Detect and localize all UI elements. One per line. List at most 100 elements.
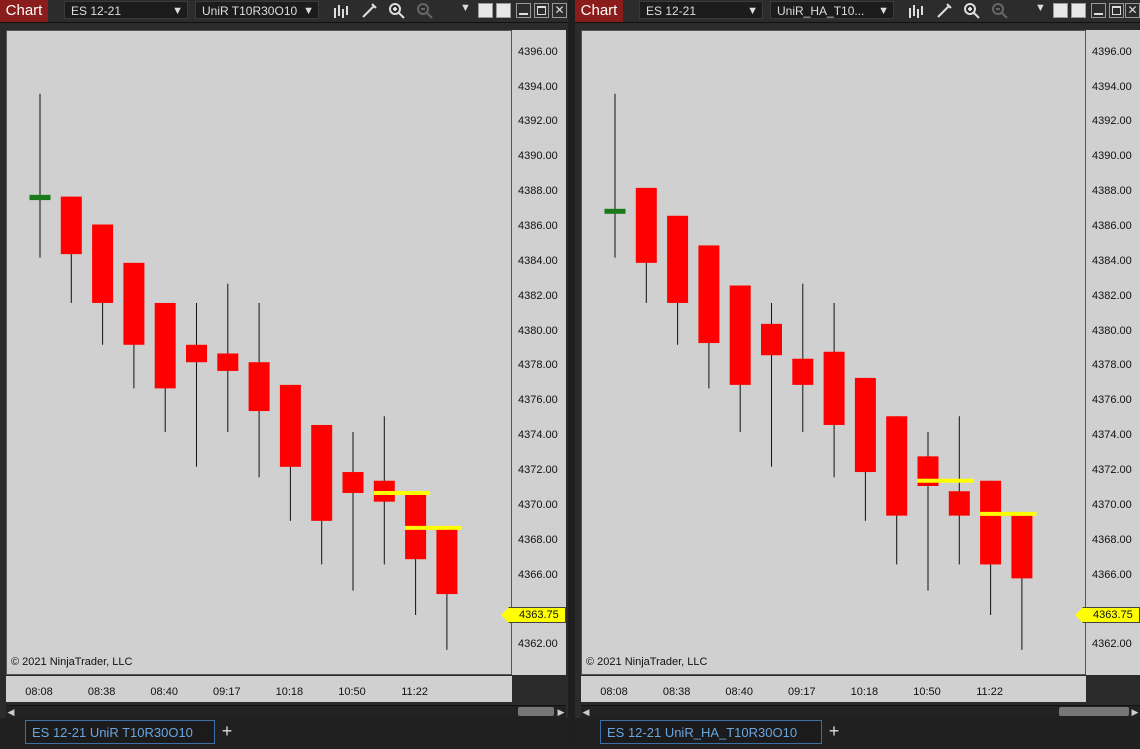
candle-body[interactable] <box>60 196 82 255</box>
candle-body[interactable] <box>342 472 364 493</box>
chart-menu-button[interactable]: Chart <box>575 0 623 22</box>
price-axis-label: 4362.00 <box>1092 638 1132 651</box>
time-axis[interactable]: 08:08 08:38 08:40 09:17 10:18 10:50 11:22 <box>581 676 1086 702</box>
scroll-right-icon[interactable]: ▶ <box>1130 706 1140 718</box>
price-axis-label: 4388.00 <box>1092 185 1132 198</box>
time-axis-label: 10:18 <box>275 686 304 698</box>
chart-tab[interactable]: ES 12-21 UniR T10R30O10 <box>25 720 215 744</box>
price-axis-label: 4370.00 <box>518 498 558 511</box>
candle-body[interactable] <box>792 358 814 385</box>
price-axis-label: 4384.00 <box>1092 254 1132 267</box>
candle-body[interactable] <box>217 353 239 371</box>
more-menu-icon[interactable]: ▼ <box>460 2 471 14</box>
zoom-in-icon[interactable] <box>963 2 981 20</box>
bar-style-icon[interactable] <box>332 2 350 20</box>
time-axis[interactable]: 08:08 08:38 08:40 09:17 10:18 10:50 11:22 <box>6 676 512 702</box>
time-axis-label: 09:17 <box>213 686 241 698</box>
bar-type-value: UniR_HA_T10... <box>777 4 865 18</box>
add-tab-icon[interactable]: + <box>216 720 238 742</box>
scroll-thumb[interactable] <box>1059 707 1129 716</box>
candle-body[interactable] <box>948 491 970 516</box>
bar-style-icon[interactable] <box>907 2 925 20</box>
zoom-out-icon[interactable] <box>416 2 434 20</box>
price-axis-label: 4380.00 <box>518 324 558 337</box>
candle-body[interactable] <box>980 480 1002 565</box>
candle-body[interactable] <box>92 224 114 303</box>
candle-body[interactable] <box>311 424 333 521</box>
price-axis-label: 4388.00 <box>518 185 558 198</box>
chevron-down-icon: ▼ <box>303 5 314 17</box>
current-price-marker: 4363.75 <box>1075 606 1140 623</box>
price-axis-label: 4370.00 <box>1092 498 1132 511</box>
price-axis[interactable]: 4396.00 4394.00 4392.00 4390.00 4388.00 4386.… <box>1075 30 1140 675</box>
chart-tab[interactable]: ES 12-21 UniR_HA_T10R30O10 <box>600 720 822 744</box>
candle-body[interactable] <box>667 215 689 303</box>
instrument-selector[interactable]: ES 12-21 ▼ <box>64 1 188 19</box>
time-axis-label: 11:22 <box>976 686 1003 698</box>
zoom-out-icon[interactable] <box>991 2 1009 20</box>
minimize-icon[interactable] <box>516 3 531 18</box>
chevron-down-icon: ▼ <box>172 5 183 17</box>
candle-body[interactable] <box>123 262 145 345</box>
candle-body[interactable] <box>248 362 270 412</box>
minimize-icon[interactable] <box>1091 3 1106 18</box>
time-axis-label: 10:50 <box>913 686 941 698</box>
price-axis-label: 4386.00 <box>518 219 558 232</box>
bar-type-selector[interactable]: UniR T10R30O10 ▼ <box>195 1 319 19</box>
tile-window-icon[interactable] <box>478 3 493 18</box>
scroll-left-icon[interactable]: ◀ <box>581 706 591 718</box>
candle-body[interactable] <box>186 344 207 363</box>
bar-type-selector[interactable]: UniR_HA_T10... ▼ <box>770 1 894 19</box>
candle-body[interactable] <box>854 377 876 473</box>
horizontal-scrollbar[interactable] <box>581 705 1140 718</box>
scroll-thumb[interactable] <box>518 707 554 716</box>
candle-body[interactable] <box>886 416 908 516</box>
bar-type-value: UniR T10R30O10 <box>202 4 298 18</box>
copyright-text: © 2021 NinjaTrader, LLC <box>11 656 133 668</box>
add-tab-icon[interactable]: + <box>823 720 845 742</box>
price-axis-label: 4396.00 <box>518 45 558 58</box>
close-icon[interactable]: ✕ <box>1125 3 1140 18</box>
price-axis-label: 4390.00 <box>518 150 558 163</box>
tile-window-icon[interactable] <box>496 3 511 18</box>
price-chart[interactable]: © 2021 NinjaTrader, LLC <box>581 30 1086 675</box>
price-axis[interactable]: 4396.00 4394.00 4392.00 4390.00 4388.00 4386.… <box>501 30 566 675</box>
tile-window-icon[interactable] <box>1071 3 1086 18</box>
scroll-left-icon[interactable]: ◀ <box>6 706 16 718</box>
price-axis-label: 4386.00 <box>1092 219 1132 232</box>
time-axis-label: 08:08 <box>25 686 53 698</box>
instrument-selector[interactable]: ES 12-21 ▼ <box>639 1 763 19</box>
price-axis-label: 4378.00 <box>1092 359 1132 372</box>
maximize-icon[interactable] <box>1109 3 1124 18</box>
more-menu-icon[interactable]: ▼ <box>1035 2 1046 14</box>
candle-body[interactable] <box>154 302 176 389</box>
scroll-right-icon[interactable]: ▶ <box>556 706 566 718</box>
price-axis-label: 4392.00 <box>1092 115 1132 128</box>
chart-menu-button[interactable]: Chart <box>0 0 48 22</box>
maximize-icon[interactable] <box>534 3 549 18</box>
price-axis-label: 4384.00 <box>518 254 558 267</box>
candle-body[interactable] <box>279 384 301 467</box>
price-axis-label: 4390.00 <box>1092 150 1132 163</box>
horizontal-scrollbar[interactable] <box>6 705 566 718</box>
close-icon[interactable]: ✕ <box>552 3 567 18</box>
zoom-in-icon[interactable] <box>388 2 406 20</box>
drawing-tool-icon[interactable] <box>360 2 378 20</box>
candle-body[interactable] <box>604 208 626 214</box>
price-axis-label: 4374.00 <box>518 429 558 442</box>
drawing-tool-icon[interactable] <box>935 2 953 20</box>
tile-window-icon[interactable] <box>1053 3 1068 18</box>
candle-body[interactable] <box>823 351 845 425</box>
chevron-down-icon: ▼ <box>747 5 758 17</box>
candle-body[interactable] <box>761 323 782 356</box>
price-chart[interactable]: © 2021 NinjaTrader, LLC <box>6 30 512 675</box>
time-axis-label: 08:08 <box>600 686 628 698</box>
price-axis-label: 4374.00 <box>1092 429 1132 442</box>
price-axis-label: 4366.00 <box>518 568 558 581</box>
candle-body[interactable] <box>698 245 720 344</box>
candle-body[interactable] <box>729 285 751 385</box>
candle-body[interactable] <box>1011 513 1033 579</box>
candle-body[interactable] <box>436 527 458 595</box>
candle-body[interactable] <box>635 187 657 263</box>
candle-body[interactable] <box>29 194 51 201</box>
